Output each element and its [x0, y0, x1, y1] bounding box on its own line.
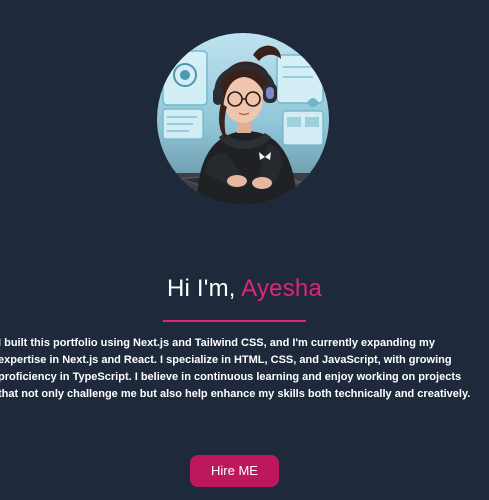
- greeting-heading: Hi I'm, Ayesha: [0, 274, 489, 304]
- hire-me-button[interactable]: Hire ME: [190, 455, 279, 487]
- title-divider: [163, 320, 306, 322]
- greeting-name: Ayesha: [241, 275, 322, 302]
- hero-section: Hi I'm, Ayesha I built this portfolio us…: [0, 0, 489, 500]
- avatar: [157, 33, 329, 205]
- avatar-illustration: [157, 33, 329, 205]
- bio-paragraph: I built this portfolio using Next.js and…: [0, 337, 471, 400]
- greeting-prefix: Hi I'm,: [166, 275, 242, 302]
